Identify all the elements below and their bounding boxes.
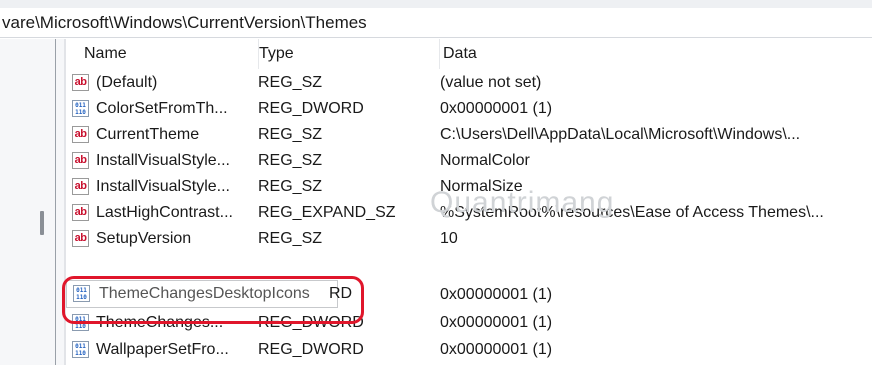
string-value-icon: ab [72, 152, 90, 170]
binary-value-icon: 011 110 [72, 341, 90, 359]
value-type-partial: RD [329, 285, 353, 302]
window-top-strip [0, 0, 872, 8]
value-type: REG_SZ [258, 230, 323, 247]
column-header-name[interactable]: Name [84, 39, 234, 69]
value-type: REG_SZ [258, 152, 323, 169]
value-type: REG_DWORD [258, 100, 364, 117]
value-type: REG_SZ [258, 126, 323, 143]
table-row[interactable]: ab InstallVisualStyle... REG_SZ NormalCo… [66, 148, 872, 174]
address-path[interactable]: vare\Microsoft\Windows\CurrentVersion\Th… [2, 13, 367, 32]
value-name: CurrentTheme [96, 126, 200, 143]
value-type: REG_SZ [258, 178, 323, 195]
table-row[interactable]: ab (Default) REG_SZ (value not set) [66, 70, 872, 96]
string-value-icon: ab [72, 126, 90, 144]
value-name: SetupVersion [96, 230, 192, 247]
column-header-data[interactable]: Data [439, 39, 872, 69]
value-name: LastHighContrast... [96, 204, 233, 221]
table-row[interactable]: ab SetupVersion REG_SZ 10 [66, 226, 872, 252]
scrollbar-thumb[interactable] [40, 211, 44, 235]
table-row[interactable]: 011 110 ThemeChanges... REG_DWORD 0x00000… [66, 310, 872, 336]
value-type: REG_EXPAND_SZ [258, 204, 396, 221]
value-name: (Default) [96, 74, 158, 91]
binary-value-icon: 011 110 [72, 314, 90, 332]
string-value-icon: ab [72, 204, 90, 222]
string-value-icon: ab [72, 230, 90, 248]
column-header-type[interactable]: Type [258, 39, 429, 69]
binary-value-icon: 011 110 [72, 100, 90, 118]
rename-input-text[interactable]: ThemeChangesDesktopIcons [99, 281, 310, 307]
value-data: 0x00000001 (1) [440, 314, 553, 331]
tree-connector-line [55, 39, 56, 365]
value-name: ThemeChanges... [96, 314, 224, 331]
table-row[interactable]: 011 110 WallpaperSetFro... REG_DWORD 0x00… [66, 337, 872, 363]
value-name: ColorSetFromTh... [96, 100, 228, 117]
address-bar[interactable]: vare\Microsoft\Windows\CurrentVersion\Th… [0, 8, 872, 38]
table-row[interactable]: ab LastHighContrast... REG_EXPAND_SZ %Sy… [66, 200, 872, 226]
value-data: C:\Users\Dell\AppData\Local\Microsoft\Wi… [440, 126, 801, 143]
table-row-editing[interactable]: 011 110 ThemeChangesDesktopIcons RD 0x000… [66, 280, 872, 308]
value-data: NormalColor [440, 152, 530, 169]
value-data: 10 [440, 230, 458, 247]
value-name: InstallVisualStyle... [96, 178, 230, 195]
value-data: NormalSize [440, 178, 523, 195]
value-type: REG_DWORD [258, 341, 364, 358]
value-data: (value not set) [440, 74, 542, 91]
value-type: REG_SZ [258, 74, 323, 91]
string-value-icon: ab [72, 178, 90, 196]
value-name: WallpaperSetFro... [96, 341, 229, 358]
value-data: 0x00000001 (1) [440, 286, 553, 303]
rename-edit-box[interactable]: 011 110 ThemeChangesDesktopIcons RD [66, 280, 352, 308]
value-data: 0x00000001 (1) [440, 341, 553, 358]
binary-value-icon: 011 110 [73, 285, 90, 302]
column-header-row: Name Type Data [66, 39, 872, 69]
value-data: 0x00000001 (1) [440, 100, 553, 117]
table-row[interactable]: 011 110 ColorSetFromTh... REG_DWORD 0x000… [66, 96, 872, 122]
value-data: %SystemRoot%\resources\Ease of Access Th… [440, 204, 824, 221]
table-row[interactable]: ab CurrentTheme REG_SZ C:\Users\Dell\App… [66, 122, 872, 148]
table-row[interactable]: ab InstallVisualStyle... REG_SZ NormalSi… [66, 174, 872, 200]
string-value-icon: ab [72, 74, 90, 92]
value-name: InstallVisualStyle... [96, 152, 230, 169]
value-type: REG_DWORD [258, 314, 364, 331]
values-list[interactable]: Name Type Data ab (Default) REG_SZ (valu… [66, 39, 872, 365]
